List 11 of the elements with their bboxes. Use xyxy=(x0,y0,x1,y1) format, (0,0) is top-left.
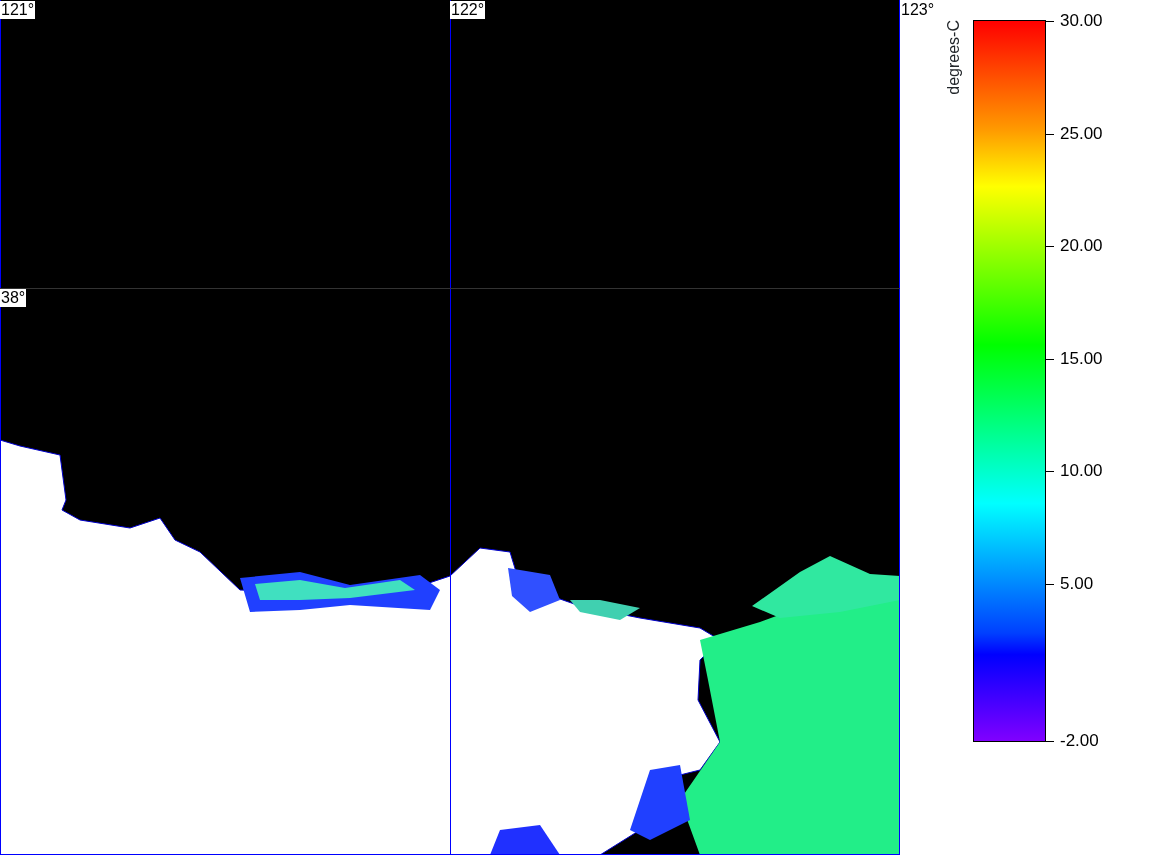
scale-tick-label: 10.00 xyxy=(1060,461,1103,481)
longitude-label: 121° xyxy=(0,1,36,19)
latitude-label: 38° xyxy=(0,289,27,307)
scale-tick-label: 5.00 xyxy=(1060,573,1094,594)
unit-label: degrees-C xyxy=(944,20,963,95)
scale-tick-label: 20.00 xyxy=(1060,236,1103,256)
longitude-label: 122° xyxy=(450,1,486,19)
scale-tick-label: 25.00 xyxy=(1060,123,1103,144)
scale-tick-label: 30.00 xyxy=(1060,11,1103,31)
scale-tick-label: -2.00 xyxy=(1060,731,1099,751)
scale-tick-label: 15.00 xyxy=(1060,348,1103,369)
